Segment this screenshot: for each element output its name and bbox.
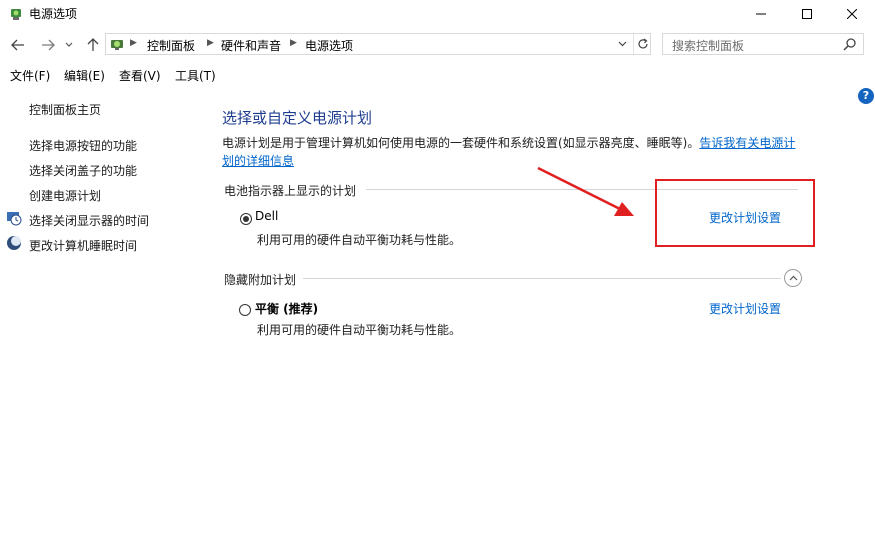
arrow-right-icon	[42, 39, 55, 51]
plan-desc-balanced: 利用可用的硬件自动平衡功耗与性能。	[257, 323, 462, 337]
breadcrumb-separator[interactable]: ▶	[290, 38, 297, 48]
forward-button[interactable]	[38, 35, 58, 55]
change-plan-settings-balanced[interactable]: 更改计划设置	[709, 300, 781, 317]
sidebar-item-create-plan[interactable]: 创建电源计划	[29, 187, 101, 204]
close-icon	[847, 9, 857, 19]
menu-view[interactable]: 查看(V)	[119, 67, 161, 84]
plan-name-dell: Dell	[255, 209, 279, 223]
sidebar-home[interactable]: 控制面板主页	[29, 101, 101, 118]
address-bar[interactable]: ▶ 控制面板 ▶ 硬件和声音 ▶ 电源选项	[105, 33, 651, 55]
close-button[interactable]	[829, 0, 875, 28]
chevron-down-icon	[65, 42, 73, 47]
search-box[interactable]: 搜索控制面板	[662, 33, 864, 55]
page-title: 选择或自定义电源计划	[222, 109, 373, 127]
radio-plan-balanced[interactable]	[239, 304, 251, 316]
maximize-button[interactable]	[784, 0, 830, 28]
menu-tools[interactable]: 工具(T)	[175, 67, 216, 84]
page-description: 电源计划是用于管理计算机如何使用电源的一套硬件和系统设置(如显示器亮度、睡眠等)…	[222, 134, 802, 170]
chevron-up-icon	[789, 275, 797, 281]
up-button[interactable]	[83, 35, 103, 55]
section-hidden-plans: 隐藏附加计划	[224, 273, 297, 287]
radio-plan-dell[interactable]	[240, 213, 252, 225]
help-icon: ?	[862, 89, 870, 102]
maximize-icon	[802, 9, 812, 19]
moon-sleep-icon	[7, 236, 21, 250]
menu-edit[interactable]: 编辑(E)	[64, 67, 105, 84]
control-panel-icon	[111, 40, 123, 50]
plan-desc-dell: 利用可用的硬件自动平衡功耗与性能。	[257, 233, 462, 247]
refresh-button[interactable]	[633, 34, 652, 54]
breadcrumb-separator[interactable]: ▶	[207, 38, 214, 48]
arrow-left-icon	[11, 39, 24, 51]
breadcrumb-control-panel[interactable]: 控制面板	[147, 37, 195, 54]
minimize-button[interactable]	[738, 0, 784, 28]
address-dropdown-button[interactable]	[614, 34, 630, 54]
back-button[interactable]	[8, 35, 28, 55]
chevron-down-icon	[618, 41, 626, 47]
sidebar-item-power-button[interactable]: 选择电源按钮的功能	[29, 137, 137, 154]
menu-bar: 文件(F) 编辑(E) 查看(V) 工具(T)	[0, 64, 875, 84]
section-divider	[303, 278, 781, 279]
help-button[interactable]: ?	[858, 88, 874, 104]
section-battery-plans: 电池指示器上显示的计划	[224, 184, 357, 198]
arrow-up-icon	[87, 38, 99, 51]
search-icon[interactable]	[843, 37, 857, 51]
red-arrow-annotation	[537, 166, 634, 216]
sidebar-item-display-off[interactable]: 选择关闭显示器的时间	[29, 212, 149, 229]
refresh-icon	[638, 38, 648, 49]
title-bar: 电源选项	[0, 0, 875, 28]
breadcrumb-hardware-sound[interactable]: 硬件和声音	[221, 37, 281, 54]
sidebar-item-lid[interactable]: 选择关闭盖子的功能	[29, 162, 137, 179]
search-placeholder: 搜索控制面板	[672, 39, 745, 53]
breadcrumb-power-options[interactable]: 电源选项	[305, 37, 353, 54]
plan-name-balanced: 平衡 (推荐)	[255, 302, 319, 316]
display-clock-icon	[7, 212, 22, 226]
window-title: 电源选项	[29, 7, 78, 21]
collapse-hidden-plans-button[interactable]	[784, 269, 802, 287]
menu-file[interactable]: 文件(F)	[10, 67, 50, 84]
sidebar-item-sleep-time[interactable]: 更改计算机睡眠时间	[29, 237, 137, 254]
breadcrumb-separator: ▶	[130, 38, 137, 48]
highlight-annotation-box	[655, 179, 815, 247]
power-options-icon	[11, 9, 21, 20]
description-text: 电源计划是用于管理计算机如何使用电源的一套硬件和系统设置(如显示器亮度、睡眠等)…	[222, 136, 700, 150]
minimize-icon	[756, 13, 766, 15]
recent-locations-button[interactable]	[63, 35, 75, 55]
navigation-bar: ▶ 控制面板 ▶ 硬件和声音 ▶ 电源选项 搜索控制面板	[0, 30, 875, 60]
